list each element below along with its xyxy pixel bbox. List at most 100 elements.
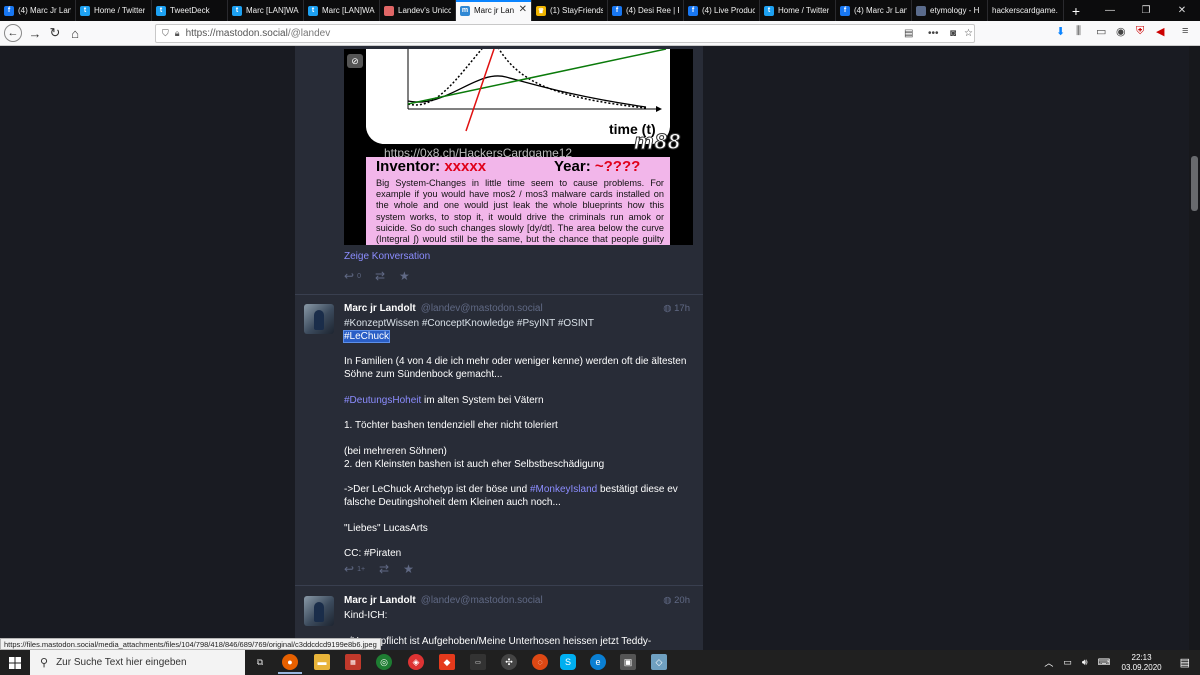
reply-icon: ↩ — [344, 562, 355, 576]
star-icon: ★ — [399, 269, 410, 283]
twitter-icon: t — [232, 5, 242, 16]
bookmark-star-icon[interactable]: ☆ — [964, 28, 973, 39]
app-icon[interactable]: ◎ — [376, 654, 392, 670]
tab[interactable]: t Marc [LAN]WA — [304, 0, 380, 21]
facebook-icon: f — [840, 5, 850, 16]
home-button[interactable]: ⌂ — [66, 24, 84, 42]
toot-timestamp[interactable]: ◍ 17h — [663, 303, 690, 314]
favourite-button[interactable]: ★ — [403, 562, 414, 576]
volume-icon[interactable]: 🔊︎ — [1082, 657, 1088, 668]
card-text: Big System-Changes in little time seem t… — [376, 178, 664, 245]
clock[interactable]: 22:13 03.09.2020 — [1122, 653, 1162, 673]
lock-icon[interactable]: 🔒︎ — [175, 28, 180, 39]
tab[interactable]: f (4) Marc Jr Lan — [0, 0, 76, 21]
browser-tab-bar: f (4) Marc Jr Lan t Home / Twitter t TweetD… — [0, 0, 1200, 21]
tab[interactable]: f (4) Marc Jr Lan — [836, 0, 912, 21]
edge-icon[interactable]: e — [590, 654, 606, 670]
favourite-button[interactable]: ★ — [399, 269, 410, 283]
boost-button[interactable]: ⇄ — [375, 269, 385, 283]
toot-author[interactable]: Marc jr Landolt @landev@mastodon.social — [344, 303, 543, 314]
boost-button[interactable]: ⇄ — [379, 562, 389, 576]
extension-icon[interactable]: ◀ — [1156, 25, 1164, 38]
url-bar[interactable]: ⛉ 🔒︎ https://mastodon.social/@landev ▤ •… — [155, 24, 975, 43]
reader-view-icon[interactable]: ▤ — [904, 28, 913, 39]
file-explorer-icon[interactable]: ▬ — [314, 654, 330, 670]
toot-paragraph: 1. Töchter bashen tendenziell eher nicht… — [344, 420, 558, 432]
toot-content: #KonzeptWissen #ConceptKnowledge #PsyINT… — [342, 318, 694, 561]
tab-active[interactable]: m Marc jr Lan ✕ — [456, 0, 532, 21]
close-window-button[interactable]: ✕ — [1164, 0, 1200, 21]
navigation-bar: ← → ↻ ⌂ ⛉ 🔒︎ https://mastodon.social/@la… — [0, 21, 1200, 46]
tab[interactable]: Landev's Unicc — [380, 0, 456, 21]
tab[interactable]: t TweetDeck — [152, 0, 228, 21]
skype-icon[interactable]: S — [560, 654, 576, 670]
toot-paragraph: s/Hosenpflicht ist Aufgehoben/Meine Unte… — [344, 635, 652, 647]
hide-media-icon[interactable]: ⊘ — [347, 54, 363, 68]
reload-button[interactable]: ↻ — [46, 24, 64, 42]
stayfriends-icon: ♛ — [536, 5, 546, 16]
maximize-button[interactable]: ❐ — [1128, 0, 1164, 21]
tab[interactable]: ♛ (1) StayFriends — [532, 0, 608, 21]
twitter-icon: t — [764, 5, 774, 16]
hashtag-line[interactable]: #KonzeptWissen #ConceptKnowledge #PsyINT… — [344, 318, 694, 331]
pocket-icon[interactable]: ◙ — [950, 28, 956, 39]
twitter-icon: t — [308, 5, 318, 16]
menu-icon[interactable]: ≡ — [1182, 25, 1188, 37]
app-icon[interactable]: ▣ — [620, 654, 636, 670]
show-conversation-link[interactable]: Zeige Konversation — [344, 251, 430, 262]
chevron-up-icon[interactable]: ︿ — [1044, 656, 1053, 669]
back-button[interactable]: ← — [4, 24, 22, 42]
media-attachment[interactable]: time (t) m88 ⊘ https://0x8.ch/HackersCar… — [344, 49, 693, 245]
reply-button[interactable]: ↩ 0 — [344, 269, 361, 283]
app-icon[interactable]: ✣ — [501, 654, 517, 670]
task-view-icon[interactable]: ⧉ — [252, 654, 268, 670]
tab[interactable]: etymology - H — [912, 0, 988, 21]
keyboard-icon[interactable]: ⌨ — [1098, 657, 1111, 668]
tab[interactable]: t Home / Twitter — [760, 0, 836, 21]
network-icon[interactable]: ▭ — [1063, 657, 1072, 668]
page-scrollbar[interactable] — [1189, 46, 1200, 650]
hashtag-lechuck[interactable]: #LeChuck — [342, 329, 391, 343]
toot-paragraph: 2. den Kleinsten bashen ist auch eher Se… — [344, 458, 605, 470]
notifications-icon[interactable]: ▤ — [1180, 656, 1190, 669]
toot-author[interactable]: Marc jr Landolt @landev@mastodon.social — [344, 595, 543, 606]
shield-icon[interactable]: ⛉ — [162, 28, 169, 39]
app-icon[interactable]: ◇ — [651, 654, 667, 670]
hashtag-link[interactable]: #MonkeyIsland — [530, 484, 597, 495]
tab[interactable]: hackerscardgame. — [988, 0, 1064, 21]
firefox-icon[interactable]: ● — [278, 654, 302, 674]
app-icon[interactable]: ◆ — [439, 654, 455, 670]
tab[interactable]: t Marc [LAN]WA — [228, 0, 304, 21]
avatar[interactable] — [304, 304, 334, 334]
account-icon[interactable]: ◉ — [1116, 25, 1126, 38]
sidebar-icon[interactable]: ▭ — [1096, 25, 1106, 38]
start-button[interactable] — [0, 650, 30, 675]
globe-icon: ◍ — [663, 595, 672, 606]
url-text[interactable]: https://mastodon.social/@landev — [186, 28, 331, 39]
toot-paragraph: Kind-ICH: — [344, 610, 388, 621]
library-icon[interactable]: ⫼ — [1076, 25, 1081, 38]
download-icon[interactable]: ⬇ — [1056, 25, 1065, 38]
hashtag-link[interactable]: #DeutungsHoheit — [344, 395, 421, 406]
forward-button[interactable]: → — [26, 24, 44, 42]
toot-timestamp[interactable]: ◍ 20h — [663, 595, 690, 606]
tab[interactable]: f (4) Live Produc — [684, 0, 760, 21]
tab[interactable]: f (4) Desi Ree | F — [608, 0, 684, 21]
taskbar-search[interactable]: ⚲ Zur Suche Text hier eingeben — [30, 650, 245, 675]
new-tab-button[interactable]: + — [1064, 0, 1088, 21]
minimize-button[interactable]: — — [1092, 0, 1128, 21]
app-icon[interactable]: ◈ — [408, 654, 424, 670]
avatar[interactable] — [304, 596, 334, 626]
twitter-icon: t — [80, 5, 90, 16]
app-icon[interactable]: ▦ — [345, 654, 361, 670]
close-tab-icon[interactable]: ✕ — [519, 4, 527, 15]
page-actions-icon[interactable]: ••• — [928, 28, 939, 39]
ubuntu-icon[interactable]: ◌ — [532, 654, 548, 670]
tweetdeck-icon: t — [156, 5, 166, 16]
scrollbar-thumb[interactable] — [1191, 156, 1198, 211]
reply-button[interactable]: ↩ 1+ — [344, 562, 365, 576]
extension-shield-icon[interactable]: ⛨ — [1136, 25, 1144, 38]
facebook-icon: f — [612, 5, 622, 16]
tab[interactable]: t Home / Twitter — [76, 0, 152, 21]
app-icon[interactable]: ▭ — [470, 654, 486, 670]
